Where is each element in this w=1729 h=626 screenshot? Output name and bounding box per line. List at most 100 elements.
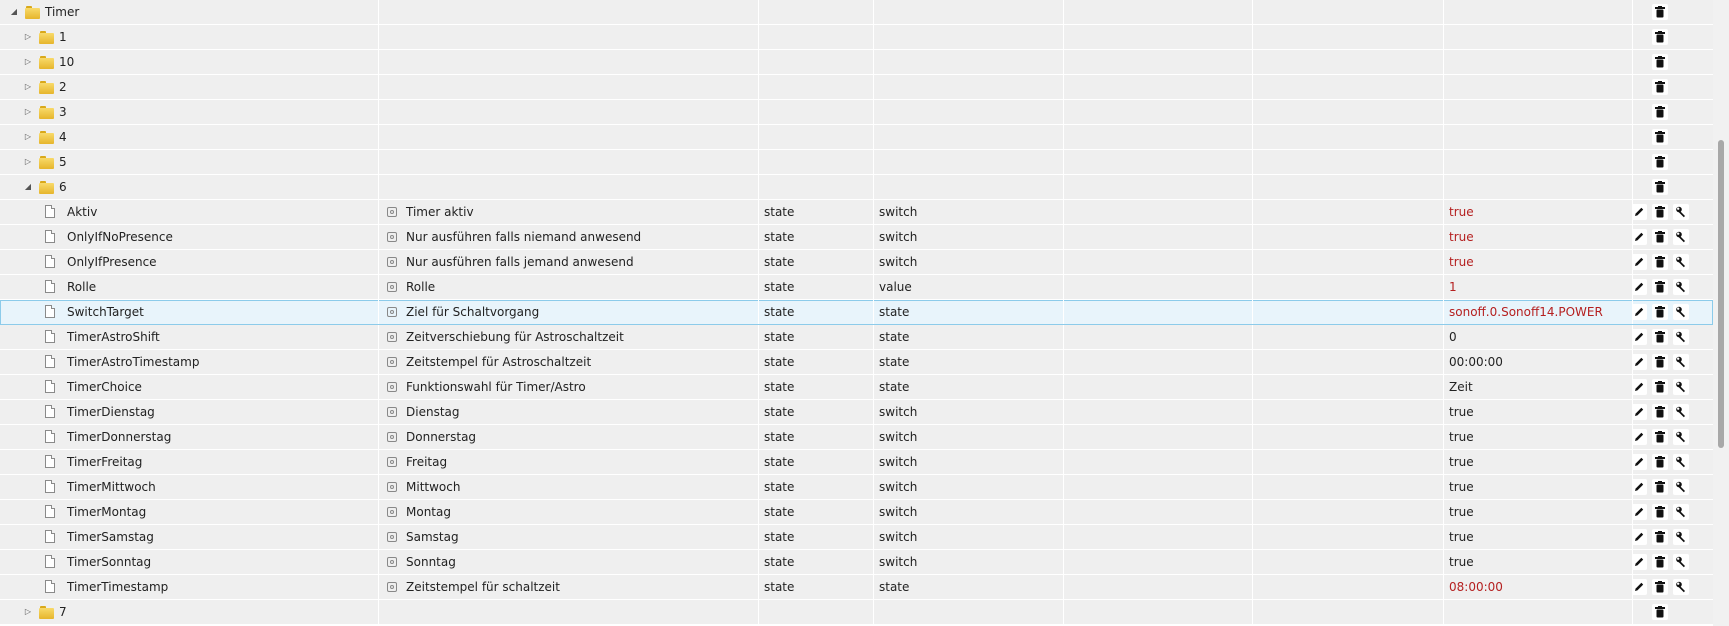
- tree-row-state[interactable]: OnlyIfNoPresence Nur ausführen falls niem…: [0, 225, 1713, 250]
- delete-button[interactable]: [1652, 204, 1668, 220]
- tree-row-state[interactable]: TimerSonntag Sonntag state switch true: [0, 550, 1713, 575]
- edit-button[interactable]: [1633, 279, 1647, 295]
- delete-button[interactable]: [1652, 329, 1668, 345]
- tree-row-folder[interactable]: ▷ 1: [0, 25, 1713, 50]
- state-value[interactable]: true: [1444, 250, 1633, 274]
- tree-row-folder[interactable]: ◢ Timer: [0, 0, 1713, 25]
- tree-row-state[interactable]: TimerTimestamp Zeitstempel für schaltzeit…: [0, 575, 1713, 600]
- edit-button[interactable]: [1633, 504, 1647, 520]
- state-value[interactable]: 1: [1444, 275, 1633, 299]
- settings-button[interactable]: [1673, 354, 1689, 370]
- tree-row-state[interactable]: Aktiv Timer aktiv state switch true: [0, 200, 1713, 225]
- delete-button[interactable]: [1652, 554, 1668, 570]
- triangle-right-icon[interactable]: ▷: [22, 125, 34, 149]
- tree-row-state[interactable]: TimerAstroTimestamp Zeitstempel für Astro…: [0, 350, 1713, 375]
- tree-row-state[interactable]: OnlyIfPresence Nur ausführen falls jemand…: [0, 250, 1713, 275]
- edit-button[interactable]: [1633, 404, 1647, 420]
- state-value[interactable]: 08:00:00: [1444, 575, 1633, 599]
- edit-button[interactable]: [1633, 579, 1647, 595]
- tree-row-state[interactable]: TimerSamstag Samstag state switch true: [0, 525, 1713, 550]
- vertical-scrollbar[interactable]: [1713, 0, 1729, 626]
- settings-button[interactable]: [1673, 379, 1689, 395]
- state-value[interactable]: true: [1444, 475, 1633, 499]
- delete-button[interactable]: [1652, 304, 1668, 320]
- tree-row-folder[interactable]: ▷ 2: [0, 75, 1713, 100]
- delete-button[interactable]: [1652, 404, 1668, 420]
- edit-button[interactable]: [1633, 479, 1647, 495]
- triangle-down-icon[interactable]: ◢: [8, 0, 20, 24]
- settings-button[interactable]: [1673, 479, 1689, 495]
- tree-row-folder[interactable]: ▷ 5: [0, 150, 1713, 175]
- triangle-right-icon[interactable]: ▷: [22, 50, 34, 74]
- settings-button[interactable]: [1673, 304, 1689, 320]
- state-value[interactable]: sonoff.0.Sonoff14.POWER: [1444, 300, 1633, 324]
- state-value[interactable]: true: [1444, 200, 1633, 224]
- state-value[interactable]: true: [1444, 525, 1633, 549]
- edit-button[interactable]: [1633, 204, 1647, 220]
- tree-row-folder[interactable]: ▷ 3: [0, 100, 1713, 125]
- state-value[interactable]: 0: [1444, 325, 1633, 349]
- state-value[interactable]: true: [1444, 500, 1633, 524]
- tree-row-folder[interactable]: ▷ 10: [0, 50, 1713, 75]
- delete-button[interactable]: [1652, 354, 1668, 370]
- tree-row-state[interactable]: SwitchTarget Ziel für Schaltvorgang state s…: [0, 300, 1713, 325]
- edit-button[interactable]: [1633, 454, 1647, 470]
- settings-button[interactable]: [1673, 204, 1689, 220]
- triangle-right-icon[interactable]: ▷: [22, 600, 34, 624]
- edit-button[interactable]: [1633, 329, 1647, 345]
- tree-row-folder[interactable]: ▷ 7: [0, 600, 1713, 625]
- tree-row-state[interactable]: TimerDonnerstag Donnerstag state switch true: [0, 425, 1713, 450]
- edit-button[interactable]: [1633, 229, 1647, 245]
- edit-button[interactable]: [1633, 429, 1647, 445]
- delete-button[interactable]: [1652, 129, 1668, 145]
- tree-row-state[interactable]: TimerChoice Funktionswahl für Timer/Astro…: [0, 375, 1713, 400]
- triangle-down-icon[interactable]: ◢: [22, 175, 34, 199]
- edit-button[interactable]: [1633, 379, 1647, 395]
- delete-button[interactable]: [1652, 54, 1668, 70]
- delete-button[interactable]: [1652, 579, 1668, 595]
- tree-row-state[interactable]: TimerDienstag Dienstag state switch true: [0, 400, 1713, 425]
- scrollbar-thumb[interactable]: [1718, 140, 1724, 448]
- tree-row-state[interactable]: TimerMittwoch Mittwoch state switch true: [0, 475, 1713, 500]
- delete-button[interactable]: [1652, 29, 1668, 45]
- delete-button[interactable]: [1652, 79, 1668, 95]
- settings-button[interactable]: [1673, 229, 1689, 245]
- delete-button[interactable]: [1652, 229, 1668, 245]
- triangle-right-icon[interactable]: ▷: [22, 75, 34, 99]
- edit-button[interactable]: [1633, 354, 1647, 370]
- delete-button[interactable]: [1652, 179, 1668, 195]
- settings-button[interactable]: [1673, 279, 1689, 295]
- delete-button[interactable]: [1652, 454, 1668, 470]
- settings-button[interactable]: [1673, 404, 1689, 420]
- delete-button[interactable]: [1652, 529, 1668, 545]
- delete-button[interactable]: [1652, 279, 1668, 295]
- delete-button[interactable]: [1652, 154, 1668, 170]
- settings-button[interactable]: [1673, 504, 1689, 520]
- settings-button[interactable]: [1673, 329, 1689, 345]
- state-value[interactable]: true: [1444, 400, 1633, 424]
- state-value[interactable]: Zeit: [1444, 375, 1633, 399]
- state-value[interactable]: true: [1444, 450, 1633, 474]
- tree-row-state[interactable]: Rolle Rolle state value 1: [0, 275, 1713, 300]
- state-value[interactable]: true: [1444, 425, 1633, 449]
- delete-button[interactable]: [1652, 504, 1668, 520]
- settings-button[interactable]: [1673, 554, 1689, 570]
- settings-button[interactable]: [1673, 579, 1689, 595]
- edit-button[interactable]: [1633, 529, 1647, 545]
- edit-button[interactable]: [1633, 304, 1647, 320]
- delete-button[interactable]: [1652, 4, 1668, 20]
- state-value[interactable]: true: [1444, 225, 1633, 249]
- delete-button[interactable]: [1652, 479, 1668, 495]
- settings-button[interactable]: [1673, 429, 1689, 445]
- delete-button[interactable]: [1652, 379, 1668, 395]
- tree-row-folder[interactable]: ▷ 4: [0, 125, 1713, 150]
- settings-button[interactable]: [1673, 254, 1689, 270]
- triangle-right-icon[interactable]: ▷: [22, 100, 34, 124]
- delete-button[interactable]: [1652, 604, 1668, 620]
- state-value[interactable]: true: [1444, 550, 1633, 574]
- triangle-right-icon[interactable]: ▷: [22, 25, 34, 49]
- delete-button[interactable]: [1652, 429, 1668, 445]
- settings-button[interactable]: [1673, 454, 1689, 470]
- tree-row-state[interactable]: TimerFreitag Freitag state switch true: [0, 450, 1713, 475]
- tree-row-state[interactable]: TimerAstroShift Zeitverschiebung für Astr…: [0, 325, 1713, 350]
